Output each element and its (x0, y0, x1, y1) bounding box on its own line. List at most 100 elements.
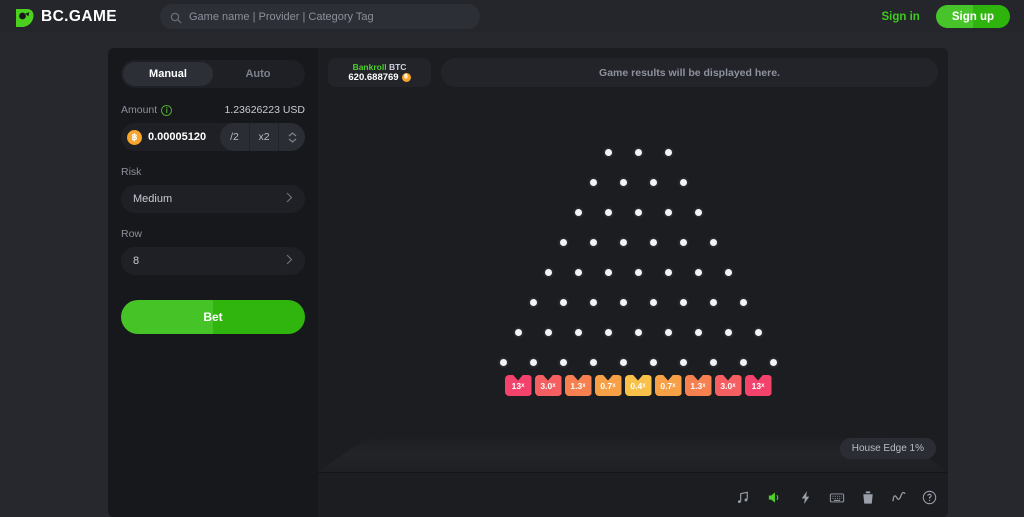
peg (754, 328, 762, 336)
peg (589, 178, 597, 186)
brand-name: BC.GAME (41, 7, 117, 25)
peg (529, 298, 537, 306)
risk-select-value: Medium (133, 193, 173, 205)
multiplier-value: 3.0 (720, 380, 733, 391)
peg (544, 268, 552, 276)
peg (589, 358, 597, 366)
peg (649, 298, 657, 306)
peg (634, 148, 642, 156)
nav-right-actions: Sign in Sign up (881, 0, 1010, 33)
chevron-right-icon (286, 252, 293, 270)
peg (604, 328, 612, 336)
tab-auto[interactable]: Auto (213, 62, 303, 86)
peg (679, 298, 687, 306)
peg (574, 268, 582, 276)
plinko-game-container: Manual Auto Amount i 1.23626223 USD ฿ /2… (108, 48, 948, 517)
multiplier-bucket: 0.4 x (624, 375, 652, 396)
amount-fiat-value: 1.23626223 USD (224, 104, 305, 116)
peg (634, 208, 642, 216)
multiplier-value: 13 (511, 380, 522, 391)
multiplier-suffix: x (702, 382, 706, 389)
info-icon[interactable]: i (161, 104, 173, 116)
peg (649, 178, 657, 186)
sign-up-button[interactable]: Sign up (935, 5, 1010, 28)
peg (694, 208, 702, 216)
risk-select[interactable]: Medium (121, 185, 305, 213)
amount-double-button[interactable]: x2 (249, 123, 278, 151)
peg (544, 328, 552, 336)
peg (634, 328, 642, 336)
multiplier-suffix: x (521, 382, 525, 389)
top-navigation-bar: BC.GAME Sign in Sign up (0, 0, 1024, 33)
bc-game-logo-icon (13, 6, 34, 28)
multiplier-suffix: x (612, 382, 616, 389)
peg (499, 358, 507, 366)
peg (529, 358, 537, 366)
peg (709, 238, 717, 246)
peg (514, 328, 522, 336)
lightning-bolt-icon[interactable] (797, 489, 814, 506)
peg (649, 358, 657, 366)
peg (619, 238, 627, 246)
peg (604, 208, 612, 216)
peg (724, 328, 732, 336)
tab-manual[interactable]: Manual (123, 62, 213, 86)
bet-button[interactable]: Bet (121, 300, 305, 334)
stepper-updown-icon[interactable] (278, 123, 305, 151)
peg (694, 268, 702, 276)
search-icon (170, 11, 182, 23)
peg (739, 298, 747, 306)
game-stage: Bankroll BTC 620.688769 ฿ Game results w… (318, 48, 948, 517)
stage-toolbar (735, 483, 938, 511)
peg (709, 358, 717, 366)
peg (559, 238, 567, 246)
amount-label-row: Amount i 1.23626223 USD (121, 102, 305, 118)
peg (664, 208, 672, 216)
bet-mode-tabs: Manual Auto (121, 60, 305, 88)
sound-on-icon[interactable] (766, 489, 783, 506)
amount-label-group: Amount i (121, 104, 173, 116)
multiplier-value: 0.7 (660, 380, 673, 391)
peg (694, 328, 702, 336)
multiplier-value: 0.4 (630, 380, 643, 391)
multiplier-bucket: 3.0 x (534, 375, 562, 396)
peg (634, 268, 642, 276)
peg (604, 268, 612, 276)
row-select[interactable]: 8 (121, 247, 305, 275)
trash-icon[interactable] (859, 489, 876, 506)
search-input[interactable] (189, 10, 470, 23)
risk-label: Risk (121, 166, 142, 178)
amount-quick-actions: /2 x2 (220, 123, 305, 151)
peg (664, 328, 672, 336)
peg (589, 238, 597, 246)
peg (649, 238, 657, 246)
help-circle-icon[interactable] (921, 489, 938, 506)
bet-control-panel: Manual Auto Amount i 1.23626223 USD ฿ /2… (108, 48, 318, 517)
house-edge-badge[interactable]: House Edge 1% (839, 438, 936, 459)
peg (739, 358, 747, 366)
amount-input[interactable] (148, 131, 220, 143)
wave-chart-icon[interactable] (890, 489, 907, 506)
peg (619, 178, 627, 186)
multiplier-bucket: 3.0 x (714, 375, 742, 396)
amount-halve-button[interactable]: /2 (220, 123, 249, 151)
search-box[interactable] (160, 4, 480, 29)
page-body: Manual Auto Amount i 1.23626223 USD ฿ /2… (0, 33, 1024, 517)
peg (664, 148, 672, 156)
peg (679, 238, 687, 246)
keyboard-icon[interactable] (828, 489, 845, 506)
risk-label-row: Risk (121, 164, 305, 180)
peg (574, 328, 582, 336)
multiplier-suffix: x (761, 382, 765, 389)
peg (664, 268, 672, 276)
multiplier-value: 1.3 (690, 380, 703, 391)
music-note-icon[interactable] (735, 489, 752, 506)
peg (574, 208, 582, 216)
sign-in-link[interactable]: Sign in (881, 11, 919, 23)
multiplier-suffix: x (552, 382, 556, 389)
multiplier-suffix: x (732, 382, 736, 389)
brand-logo[interactable]: BC.GAME (13, 6, 117, 28)
multiplier-bucket: 0.7 x (594, 375, 622, 396)
multiplier-value: 1.3 (570, 380, 583, 391)
peg (679, 178, 687, 186)
